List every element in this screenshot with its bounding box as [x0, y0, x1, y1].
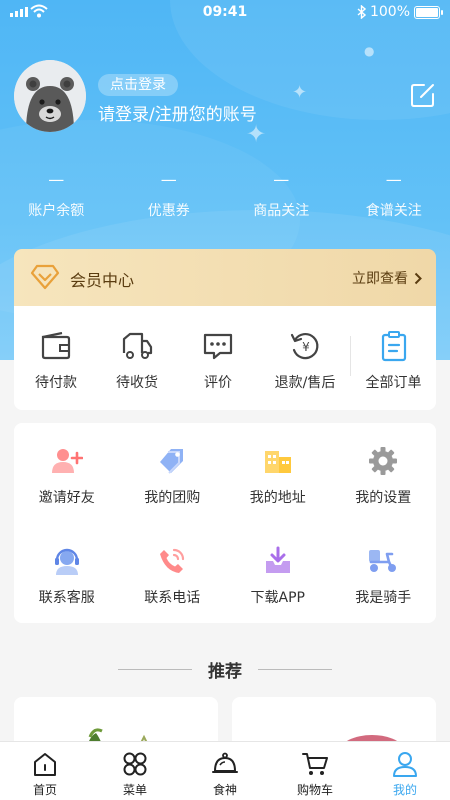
service-rider[interactable]: 我是骑手 — [331, 523, 437, 623]
battery-percent: 100% — [369, 4, 410, 20]
service-invite-friends[interactable]: 邀请好友 — [14, 423, 120, 523]
stat-label: 商品关注 — [253, 203, 310, 219]
svg-text:¥: ¥ — [302, 340, 310, 354]
refund-icon: ¥ — [290, 333, 319, 360]
order-label: 全部订单 — [365, 375, 422, 391]
service-my-address[interactable]: 我的地址 — [225, 423, 331, 523]
service-label: 下载APP — [250, 590, 305, 606]
tab-chef[interactable]: 食神 — [180, 742, 270, 800]
stat-balance[interactable]: — 账户余额 — [0, 170, 113, 220]
tab-label: 我的 — [392, 783, 417, 797]
service-phone[interactable]: 联系电话 — [120, 523, 226, 623]
service-label: 联系电话 — [144, 590, 201, 606]
recommend-title: 推荐 — [208, 662, 242, 682]
rider-scooter-icon — [369, 550, 397, 572]
service-label: 我的地址 — [249, 490, 306, 506]
wallet-icon — [41, 332, 71, 360]
stat-label: 食谱关注 — [365, 203, 422, 219]
tab-home[interactable]: 首页 — [0, 742, 90, 800]
service-grid: 邀请好友 我的团购 我的地址 我的设置 联系客服 联系电话 下载APP 我是骑手 — [14, 423, 436, 623]
comment-icon — [203, 333, 233, 360]
service-download-app[interactable]: 下载APP — [225, 523, 331, 623]
customer-service-icon — [54, 548, 79, 575]
stat-label: 账户余额 — [28, 203, 85, 219]
login-button[interactable]: 点击登录 — [98, 74, 178, 96]
service-group-buy[interactable]: 我的团购 — [120, 423, 226, 523]
tab-mine[interactable]: 我的 — [360, 742, 450, 800]
order-all[interactable]: 全部订单 — [351, 306, 436, 410]
divider-line — [118, 669, 192, 670]
invite-friend-icon — [51, 449, 83, 473]
service-customer-service[interactable]: 联系客服 — [14, 523, 120, 623]
vip-center-banner[interactable]: 会员中心 立即查看 — [14, 249, 436, 306]
bottom-tab-bar: 首页 菜单 食神 购物车 我的 — [0, 741, 450, 800]
user-icon — [393, 752, 417, 777]
order-pending-receipt[interactable]: 待收货 — [98, 306, 176, 410]
bear-avatar-icon — [14, 60, 86, 132]
tab-menu[interactable]: 菜单 — [90, 742, 180, 800]
service-label: 邀请好友 — [38, 490, 95, 506]
service-label: 我的团购 — [144, 490, 201, 506]
service-label: 我是骑手 — [355, 590, 412, 606]
stat-value: — — [160, 170, 177, 189]
chevron-right-icon — [414, 272, 422, 284]
tab-label: 食神 — [212, 783, 237, 797]
account-stats: — 账户余额 — 优惠券 — 商品关注 — 食谱关注 — [0, 170, 450, 220]
tab-label: 首页 — [32, 783, 57, 797]
vip-action-label: 立即查看 — [352, 271, 408, 287]
service-label: 联系客服 — [38, 590, 95, 606]
edit-icon[interactable] — [410, 82, 436, 108]
tab-label: 菜单 — [122, 783, 147, 797]
battery-icon — [414, 5, 443, 19]
order-label: 待付款 — [35, 375, 77, 391]
service-settings[interactable]: 我的设置 — [331, 423, 437, 523]
phone-icon — [160, 548, 185, 573]
address-building-icon — [264, 451, 291, 473]
truck-icon — [122, 332, 153, 359]
order-label: 待收货 — [116, 375, 158, 391]
service-label: 我的设置 — [355, 490, 412, 506]
settings-gear-icon — [369, 447, 398, 475]
sparkle-icon: ● — [364, 44, 375, 58]
order-pending-payment[interactable]: 待付款 — [14, 306, 98, 410]
tab-label: 购物车 — [296, 783, 333, 797]
diamond-icon — [30, 264, 60, 290]
stat-product-follows[interactable]: — 商品关注 — [225, 170, 338, 220]
bluetooth-icon — [357, 5, 366, 19]
tab-cart[interactable]: 购物车 — [270, 742, 360, 800]
order-review[interactable]: 评价 — [176, 306, 260, 410]
menu-grid-icon — [123, 752, 147, 776]
order-label: 评价 — [204, 375, 232, 391]
status-bar: 09:41 100% — [0, 0, 450, 26]
group-buy-tag-icon — [160, 449, 184, 474]
stat-coupons[interactable]: — 优惠券 — [113, 170, 226, 220]
stat-value: — — [273, 170, 290, 189]
vip-title: 会员中心 — [70, 271, 135, 290]
vip-view-now[interactable]: 立即查看 — [352, 268, 422, 288]
cart-icon — [302, 753, 328, 775]
login-prompt[interactable]: 请登录/注册您的账号 — [98, 100, 257, 125]
order-shortcuts: 待付款 待收货 评价 ¥ 退款/售后 全部订单 — [14, 306, 436, 410]
stat-label: 优惠券 — [147, 203, 190, 219]
stat-recipe-follows[interactable]: — 食谱关注 — [338, 170, 450, 220]
chef-cloche-icon — [212, 752, 238, 773]
stat-value: — — [48, 170, 65, 189]
divider-line — [258, 669, 332, 670]
stat-value: — — [385, 170, 402, 189]
order-label: 退款/售后 — [274, 375, 336, 391]
clipboard-icon — [381, 331, 406, 362]
avatar[interactable] — [14, 60, 86, 132]
recommend-heading: 推荐 — [0, 657, 450, 682]
order-refund[interactable]: ¥ 退款/售后 — [260, 306, 350, 410]
download-icon — [265, 546, 290, 573]
home-icon — [34, 753, 56, 776]
sparkle-icon: ✦ — [292, 82, 308, 103]
